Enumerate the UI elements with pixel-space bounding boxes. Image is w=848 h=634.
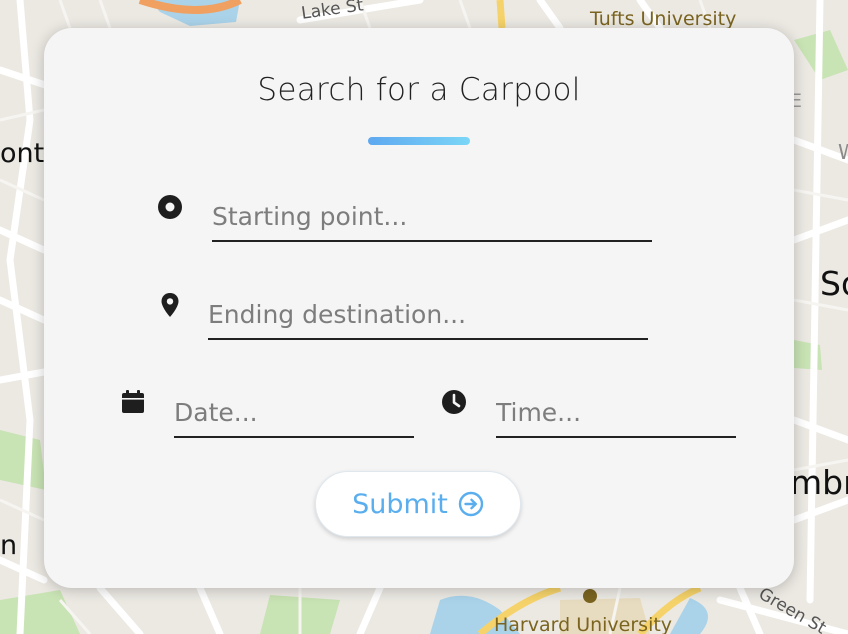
map-label-tufts-university: Tufts University	[590, 8, 737, 30]
starting-point-input[interactable]	[212, 192, 652, 242]
time-input[interactable]	[496, 388, 736, 438]
ending-destination-input[interactable]	[208, 290, 648, 340]
carpool-search-card: Search for a Carpool Starting point... E…	[44, 28, 794, 588]
page: Tufts University Lake St ont So mbr n W …	[0, 0, 848, 634]
submit-label: Submit	[352, 488, 448, 520]
map-label-n: n	[0, 530, 18, 561]
submit-button[interactable]: Submit	[315, 471, 521, 537]
map-pin-icon	[161, 293, 179, 317]
calendar-icon	[122, 390, 144, 413]
map-label-harvard-university: Harvard University	[494, 614, 673, 634]
clock-icon	[442, 390, 466, 414]
map-label-so: So	[820, 264, 848, 303]
title-underline	[368, 137, 470, 145]
map-label-w: W	[838, 140, 848, 164]
card-title: Search for a Carpool	[257, 72, 581, 108]
map-label-mbr: mbr	[790, 463, 848, 502]
radio-target-icon	[158, 195, 182, 219]
arrow-circle-right-icon	[458, 491, 484, 517]
map-label-ont: ont	[0, 138, 45, 169]
date-input[interactable]	[174, 388, 414, 438]
